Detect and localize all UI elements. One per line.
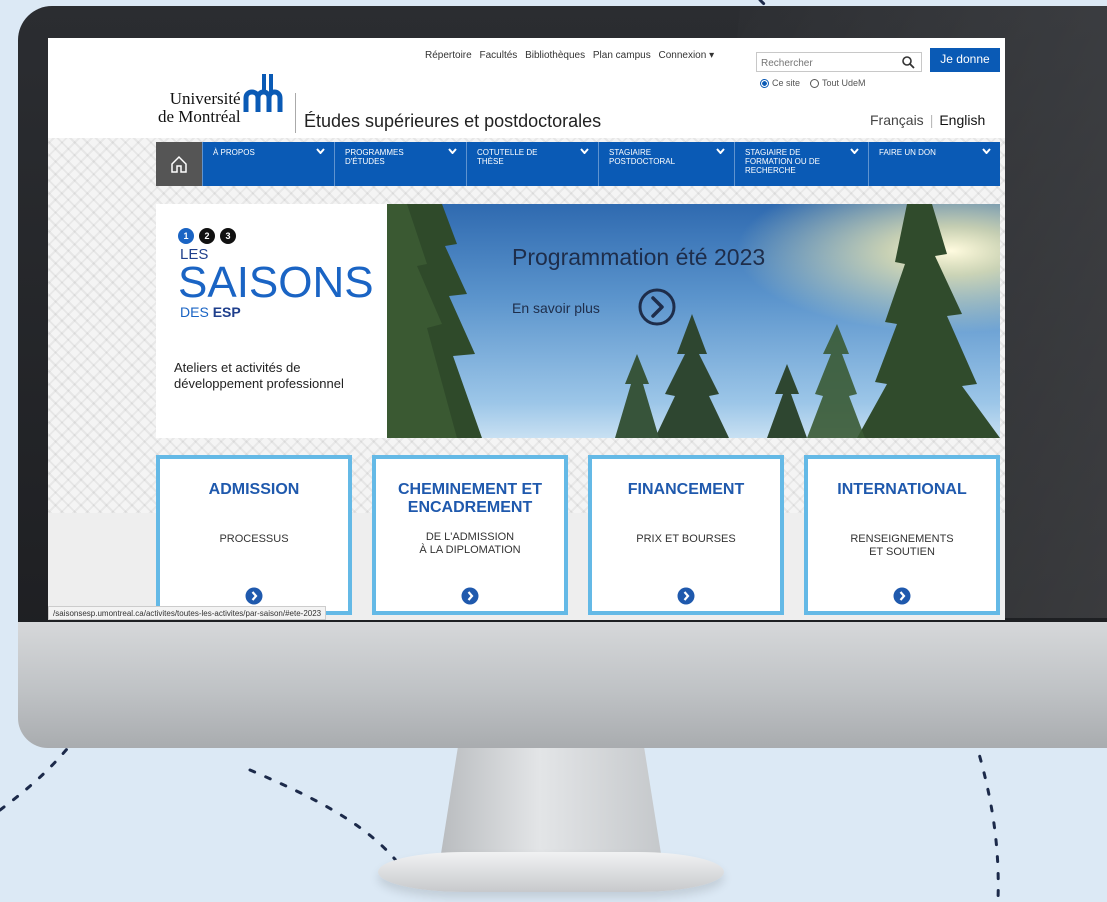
monitor-stand-neck xyxy=(440,748,662,860)
logo-line-2: de Montréal xyxy=(158,107,241,126)
scope-this-site-label: Ce site xyxy=(772,78,801,88)
card-subtitle: RENSEIGNEMENTS ET SOUTIEN xyxy=(808,533,996,559)
search-icon[interactable] xyxy=(901,55,915,69)
arrow-right-circle-icon[interactable] xyxy=(637,287,677,327)
nav-label: FAIRE UN DON xyxy=(879,148,936,157)
search-box xyxy=(756,52,922,73)
utility-link-repertoire[interactable]: Répertoire xyxy=(425,50,472,61)
card-subtitle: DE L'ADMISSION À LA DIPLOMATION xyxy=(376,531,564,557)
language-switcher: Français | English xyxy=(870,112,986,128)
home-icon xyxy=(171,155,187,173)
nav-item-a-propos[interactable]: À PROPOS xyxy=(202,142,334,186)
utility-link-bibliotheques[interactable]: Bibliothèques xyxy=(525,50,585,61)
card-title: CHEMINEMENT ET ENCADREMENT xyxy=(376,481,564,517)
card-title-line: CHEMINEMENT ET xyxy=(398,481,542,498)
card-subtitle: PRIX ET BOURSES xyxy=(592,533,780,546)
tree-photo xyxy=(387,204,1000,438)
monitor-stand-base xyxy=(378,852,724,892)
chevron-down-icon xyxy=(316,148,325,154)
hero-banner[interactable]: Programmation été 2023 En savoir plus xyxy=(387,204,1000,438)
site-title[interactable]: Études supérieures et postdoctorales xyxy=(294,93,601,133)
logo-line-1: Université xyxy=(169,89,241,108)
saisons-wordmark: SAISONS xyxy=(178,258,374,307)
search-input[interactable] xyxy=(757,54,895,73)
nav-label-3: RECHERCHE xyxy=(745,166,796,175)
main-nav: À PROPOS PROGRAMMES D'ÉTUDES COTUTELLE D… xyxy=(156,142,1000,186)
card-sub-line: PRIX ET BOURSES xyxy=(636,533,736,545)
scope-all-label: Tout UdeM xyxy=(822,78,866,88)
chevron-down-icon xyxy=(982,148,991,154)
arrow-right-circle-icon[interactable] xyxy=(893,587,911,605)
hero-cta-link[interactable]: En savoir plus xyxy=(512,300,600,316)
card-admission[interactable]: ADMISSION PROCESSUS xyxy=(156,455,352,615)
carousel-dots: 1 2 3 xyxy=(178,228,236,244)
saisons-des-esp: DES ESP xyxy=(180,304,241,320)
carousel-dot-1[interactable]: 1 xyxy=(178,228,194,244)
card-financement[interactable]: FINANCEMENT PRIX ET BOURSES xyxy=(588,455,784,615)
utility-nav: Répertoire Facultés Bibliothèques Plan c… xyxy=(425,50,719,61)
card-international[interactable]: INTERNATIONAL RENSEIGNEMENTS ET SOUTIEN xyxy=(804,455,1000,615)
status-bar-url: /saisonsesp.umontreal.ca/activites/toute… xyxy=(48,606,327,620)
arrow-right-circle-icon[interactable] xyxy=(461,587,479,605)
nav-item-programmes[interactable]: PROGRAMMES D'ÉTUDES xyxy=(334,142,466,186)
nav-label: À PROPOS xyxy=(213,148,255,157)
carousel-dot-2[interactable]: 2 xyxy=(199,228,215,244)
arrow-right-circle-icon[interactable] xyxy=(245,587,263,605)
scope-all-udem-radio[interactable]: Tout UdeM xyxy=(810,78,866,89)
search-scope: Ce site Tout UdeM xyxy=(760,78,866,89)
nav-item-faire-un-don[interactable]: FAIRE UN DON xyxy=(868,142,1000,186)
card-sub-line: RENSEIGNEMENTS xyxy=(850,533,954,545)
chevron-down-icon xyxy=(580,148,589,154)
home-button[interactable] xyxy=(156,142,202,186)
chevron-down-icon xyxy=(850,148,859,154)
card-cheminement[interactable]: CHEMINEMENT ET ENCADREMENT DE L'ADMISSION… xyxy=(372,455,568,615)
nav-label-2: FORMATION OU DE xyxy=(745,157,820,166)
nav-label: STAGIAIRE xyxy=(609,148,652,157)
lang-fr-link[interactable]: Français xyxy=(870,112,924,128)
card-title: INTERNATIONAL xyxy=(808,481,996,499)
des-label: DES xyxy=(180,304,209,320)
utility-link-plan-campus[interactable]: Plan campus xyxy=(593,50,651,61)
card-title-line: ADMISSION xyxy=(208,481,300,498)
saisons-esp-panel[interactable]: 1 2 3 LES SAISONS DES ESP Ateliers et ac… xyxy=(156,204,387,438)
nav-item-cotutelle[interactable]: COTUTELLE DE THÈSE xyxy=(466,142,598,186)
card-title: FINANCEMENT xyxy=(592,481,780,499)
hero-title[interactable]: Programmation été 2023 xyxy=(512,244,765,271)
card-title-line: FINANCEMENT xyxy=(627,481,745,498)
card-subtitle: PROCESSUS xyxy=(160,533,348,546)
radio-selected-icon xyxy=(760,79,769,89)
utility-link-facultes[interactable]: Facultés xyxy=(479,50,517,61)
card-sub-line: PROCESSUS xyxy=(219,533,289,545)
nav-item-stagiaire-formation[interactable]: STAGIAIRE DE FORMATION OU DE RECHERCHE xyxy=(734,142,868,186)
chevron-down-icon xyxy=(448,148,457,154)
scope-this-site-radio[interactable]: Ce site xyxy=(760,78,801,89)
monitor-chin xyxy=(18,622,1107,748)
browser-screen: Répertoire Facultés Bibliothèques Plan c… xyxy=(48,38,1005,620)
udem-logo-text[interactable]: Université de Montréal xyxy=(158,90,241,126)
card-sub-line-2: À LA DIPLOMATION xyxy=(419,544,521,556)
nav-label-2: POSTDOCTORAL xyxy=(609,157,676,166)
utility-link-connexion[interactable]: Connexion ▾ xyxy=(658,50,714,61)
nav-label-2: THÈSE xyxy=(477,157,504,166)
esp-label: ESP xyxy=(212,304,241,320)
nav-label-2: D'ÉTUDES xyxy=(345,157,385,166)
arrow-right-circle-icon[interactable] xyxy=(677,587,695,605)
card-title-line-2: ENCADREMENT xyxy=(407,499,533,516)
saisons-description: Ateliers et activités de développement p… xyxy=(174,360,344,391)
card-sub-line: DE L'ADMISSION xyxy=(425,531,515,543)
nav-label: PROGRAMMES xyxy=(345,148,404,157)
nav-label: COTUTELLE DE xyxy=(477,148,538,157)
card-title: ADMISSION xyxy=(160,481,348,499)
donate-button[interactable]: Je donne xyxy=(930,48,1000,72)
chevron-down-icon xyxy=(716,148,725,154)
card-sub-line-2: ET SOUTIEN xyxy=(869,546,935,558)
lang-en-link[interactable]: English xyxy=(939,112,985,128)
carousel-dot-3[interactable]: 3 xyxy=(220,228,236,244)
nav-item-stagiaire-postdoctoral[interactable]: STAGIAIRE POSTDOCTORAL xyxy=(598,142,734,186)
nav-label: STAGIAIRE DE xyxy=(745,148,801,157)
radio-empty-icon xyxy=(810,79,820,89)
card-title-line: INTERNATIONAL xyxy=(837,481,967,498)
udem-logo-icon xyxy=(243,74,283,112)
